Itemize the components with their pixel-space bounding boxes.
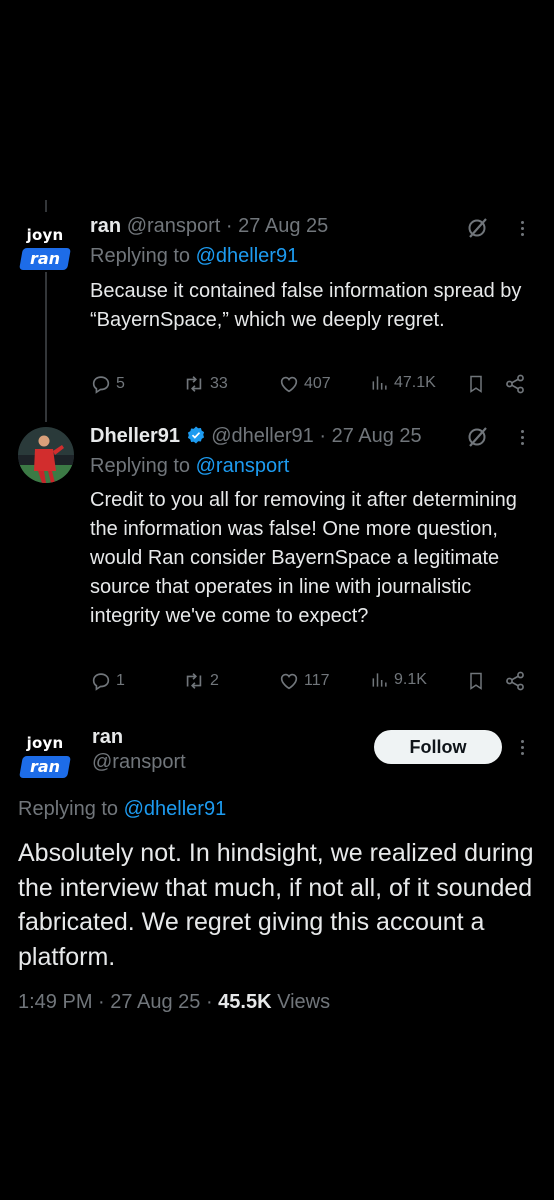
like-count: 407	[304, 375, 331, 392]
display-name[interactable]: Dheller91	[90, 425, 180, 447]
views-count: 47.1K	[394, 374, 436, 391]
joyn-logo-text: joyn	[26, 734, 64, 752]
ran-logo-text: ran	[29, 249, 61, 268]
ran-logo-badge: ran	[19, 756, 71, 778]
ran-logo-text: ran	[29, 757, 61, 776]
reply-icon	[92, 376, 110, 394]
ran-logo-badge: ran	[19, 248, 71, 270]
reply-icon	[92, 673, 110, 691]
separator: ·	[205, 991, 213, 1013]
views-button[interactable]: 47.1K	[370, 373, 436, 393]
tweet-header: Dheller91 @dheller91 · 27 Aug 25	[90, 425, 422, 451]
display-name[interactable]: ran	[90, 215, 121, 237]
more-icon[interactable]	[519, 737, 525, 758]
ransport-avatar[interactable]: joyn ran	[19, 226, 71, 278]
reply-count: 1	[116, 672, 125, 689]
like-icon	[280, 673, 298, 690]
separator: ·	[319, 425, 327, 447]
replying-label: Replying to	[18, 798, 119, 820]
reply-button[interactable]: 1	[90, 670, 125, 692]
tweet-text: Because it contained false information s…	[90, 280, 522, 331]
more-icon[interactable]	[519, 427, 525, 448]
replying-to: Replying to @dheller91	[90, 245, 298, 268]
like-icon	[280, 376, 298, 393]
reply-count: 5	[116, 375, 125, 392]
joyn-logo-text: joyn	[26, 226, 64, 244]
tweet-meta: 1:49 PM · 27 Aug 25 · 45.5K Views	[18, 991, 330, 1014]
replying-to: Replying to @ransport	[90, 455, 289, 478]
like-button[interactable]: 407	[278, 373, 331, 395]
thread-line-top	[45, 200, 47, 212]
share-icon[interactable]	[504, 670, 526, 692]
handle[interactable]: @ransport	[127, 215, 221, 237]
bookmark-icon[interactable]	[466, 670, 486, 692]
like-count: 117	[304, 672, 330, 689]
tweet-text: Credit to you all for removing it after …	[90, 489, 517, 627]
follow-button[interactable]: Follow	[374, 730, 502, 764]
replying-label: Replying to	[90, 455, 191, 477]
tweet-time[interactable]: 1:49 PM	[18, 991, 92, 1013]
views-count[interactable]: 45.5K	[218, 991, 271, 1013]
tweet-date[interactable]: 27 Aug 25	[110, 991, 200, 1013]
replying-label: Replying to	[90, 245, 191, 267]
replying-to: Replying to @dheller91	[18, 798, 226, 821]
views-label: Views	[277, 991, 331, 1013]
views-count: 9.1K	[394, 671, 427, 688]
handle[interactable]: @ransport	[92, 751, 186, 774]
repost-icon	[186, 376, 202, 392]
tweet-actions: 5 33 407 47.1K	[90, 373, 530, 397]
repost-button[interactable]: 33	[182, 373, 228, 395]
more-icon[interactable]	[519, 218, 525, 239]
replying-handle[interactable]: @dheller91	[124, 798, 227, 820]
repost-button[interactable]: 2	[182, 670, 219, 692]
repost-count: 2	[210, 672, 219, 689]
separator: ·	[98, 991, 105, 1013]
grok-icon[interactable]	[466, 425, 490, 454]
tweet-header: ran @ransport · 27 Aug 25	[90, 215, 328, 238]
replying-handle[interactable]: @ransport	[196, 455, 290, 477]
like-button[interactable]: 117	[278, 670, 330, 692]
views-button[interactable]: 9.1K	[370, 670, 427, 690]
verified-badge-icon	[186, 425, 206, 451]
repost-count: 33	[210, 375, 228, 392]
tweet-text: Absolutely not. In hindsight, we realize…	[18, 839, 534, 971]
handle[interactable]: @dheller91	[211, 425, 314, 447]
ransport-avatar[interactable]: joyn ran	[19, 734, 71, 786]
timestamp[interactable]: 27 Aug 25	[238, 215, 328, 237]
replying-handle[interactable]: @dheller91	[196, 245, 299, 267]
bookmark-icon[interactable]	[466, 373, 486, 395]
tweet-actions: 1 2 117 9.1K	[90, 670, 530, 694]
timestamp[interactable]: 27 Aug 25	[332, 425, 422, 447]
display-name[interactable]: ran	[92, 726, 123, 749]
dheller91-avatar[interactable]	[18, 427, 74, 483]
views-icon	[372, 673, 387, 687]
thread-line-1	[45, 272, 47, 422]
repost-icon	[186, 673, 202, 689]
reply-button[interactable]: 5	[90, 373, 125, 395]
share-icon[interactable]	[504, 373, 526, 395]
views-icon	[372, 376, 387, 390]
grok-icon[interactable]	[466, 216, 490, 245]
separator: ·	[225, 215, 233, 237]
